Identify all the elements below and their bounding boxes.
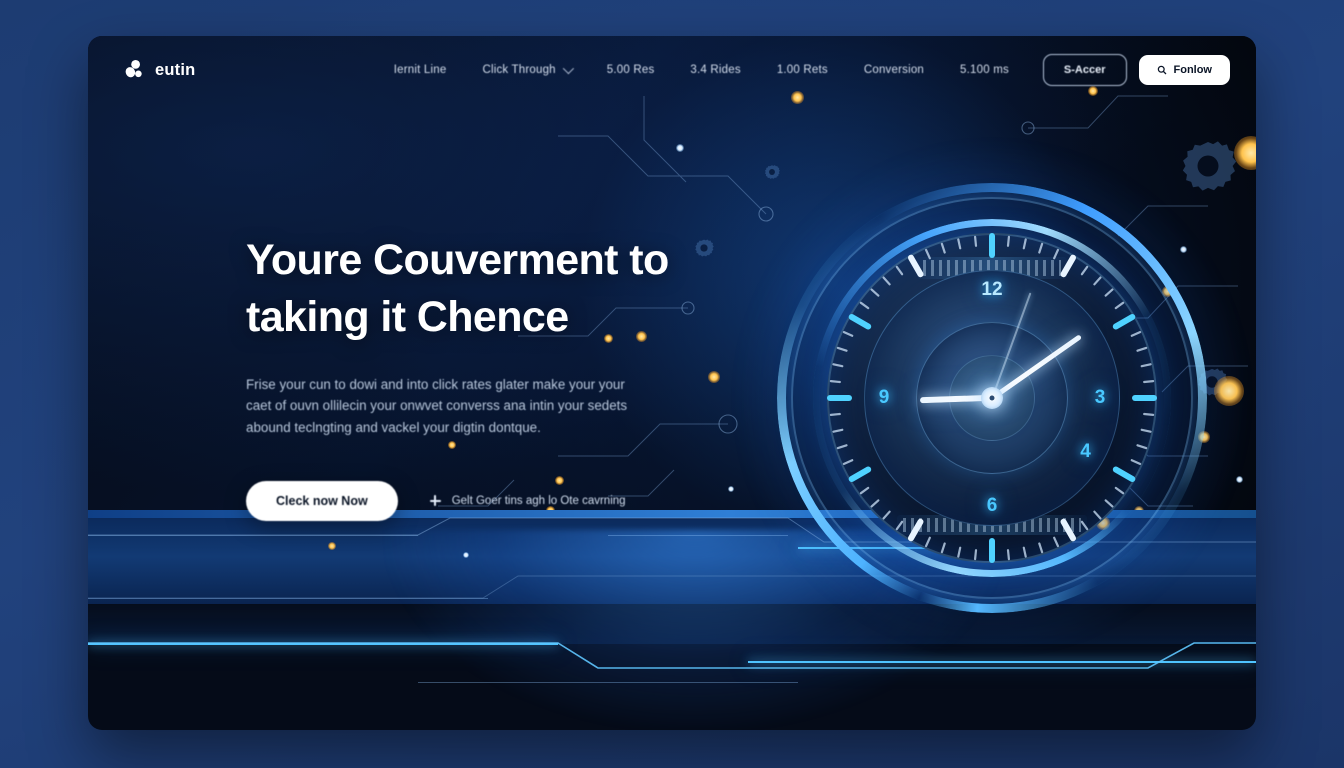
click-now-button[interactable]: Cleck now Now [246,480,398,521]
hero-copy: Youre Couverment to taking it Chence Fri… [246,232,766,521]
nav-link-0[interactable]: Iernit Line [394,64,447,76]
nav-link-2[interactable]: 5.00 Res [607,64,655,76]
nav-link-5[interactable]: Conversion [864,64,924,76]
nav-link-label: Click Through [482,64,556,76]
nav-link-3[interactable]: 3.4 Rides [690,64,740,76]
brand-name: eutin [155,60,196,79]
follow-button[interactable]: Fonlow [1138,55,1230,85]
headline-line-2: taking it Chence [246,292,569,341]
secondary-cta-link[interactable]: Gelt Goer tins agh lo Ote cavrning [429,494,626,507]
cta-row: Cleck now Now Gelt Goer tins agh lo Ote … [246,480,766,521]
page-title: Youre Couverment to taking it Chence [246,232,766,346]
clock-center-hub [981,387,1003,409]
nav-link-4[interactable]: 1.00 Rets [777,64,828,76]
hud-clock-graphic: 12 3 4 6 9 [732,138,1252,658]
nav-link-label: Iernit Line [393,64,447,76]
brand-logo[interactable]: eutin [122,58,195,82]
clock-hands [842,248,1142,548]
search-icon [1157,65,1167,75]
top-navigation: eutin Iernit Line Click Through 5.00 Res… [88,36,1256,104]
nav-link-label: 3.4 Rides [690,64,741,76]
headline-line-1: Youre Couverment to [246,236,669,284]
nav-link-1[interactable]: Click Through [482,62,574,76]
nav-link-6[interactable]: 5.100 ms [960,64,1009,76]
hero-card: eutin Iernit Line Click Through 5.00 Res… [88,36,1256,730]
clock-minute-hand [990,334,1082,400]
nav-link-label: Conversion [863,64,925,76]
clock-center-dot [989,395,995,401]
nav-links: Iernit Line Click Through 5.00 Res 3.4 R… [394,62,1009,76]
nav-link-label: 1.00 Rets [776,64,828,76]
hero-paragraph: Frise your cun to dowi and into click ra… [246,376,628,435]
nav-link-label: 5.100 ms [960,64,1009,76]
plus-icon [429,495,441,507]
chevron-down-icon [562,62,574,75]
access-button[interactable]: S-Accer [1042,54,1127,86]
nav-link-label: 5.00 Res [606,64,655,76]
page-canvas: eutin Iernit Line Click Through 5.00 Res… [0,0,1344,768]
secondary-cta-label: Gelt Goer tins agh lo Ote cavrning [451,494,626,507]
eutin-logo-mark-icon [122,58,146,82]
nav-actions: S-Accer Fonlow [1042,54,1230,86]
follow-button-label: Fonlow [1173,64,1213,76]
